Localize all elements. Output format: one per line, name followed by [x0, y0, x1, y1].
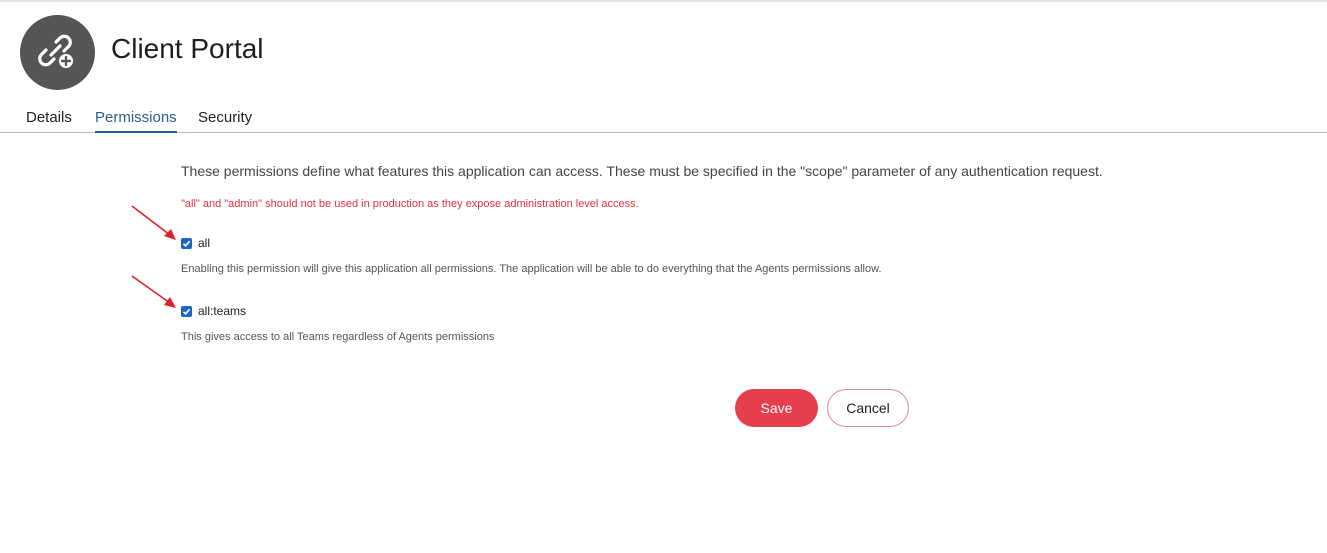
annotation-arrow-all: [131, 205, 176, 240]
permission-label: all:teams: [198, 304, 247, 318]
tab-permissions[interactable]: Permissions: [95, 109, 177, 133]
page-title: Client Portal: [111, 33, 264, 64]
permission-label: all: [198, 236, 211, 250]
permission-description: Enabling this permission will give this …: [181, 263, 882, 275]
top-border: [0, 0, 1327, 2]
annotation-arrow-all-teams: [131, 275, 176, 308]
checkbox-all-teams[interactable]: [181, 305, 192, 317]
tab-security[interactable]: Security: [198, 109, 252, 131]
app-avatar: [20, 15, 95, 90]
permission-description: This gives access to all Teams regardles…: [181, 331, 495, 343]
link-add-icon: [37, 34, 73, 68]
permissions-intro: These permissions define what features t…: [181, 163, 1103, 179]
save-button[interactable]: Save: [735, 389, 818, 427]
permissions-warning: "all" and "admin" should not be used in …: [181, 198, 639, 210]
tab-bar: Details Permissions Security: [0, 100, 1327, 133]
checkmark-icon: [182, 240, 191, 247]
checkmark-icon: [182, 308, 191, 315]
permission-row-all-teams: all:teams: [181, 304, 246, 318]
checkbox-all[interactable]: [181, 237, 192, 249]
cancel-button[interactable]: Cancel: [827, 389, 909, 427]
tab-details[interactable]: Details: [26, 109, 72, 131]
permission-row-all: all: [181, 236, 210, 250]
